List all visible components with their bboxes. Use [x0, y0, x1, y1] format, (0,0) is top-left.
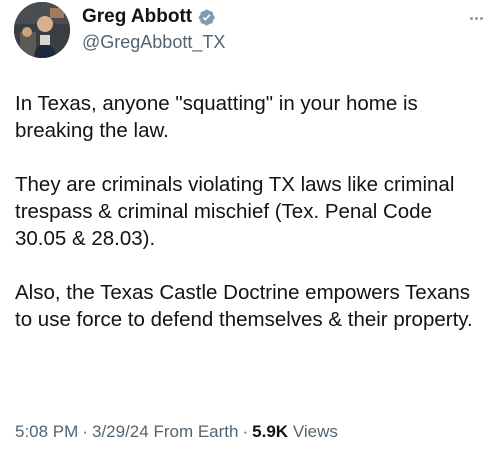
avatar[interactable]	[14, 2, 70, 58]
tweet-paragraph: Also, the Texas Castle Doctrine empowers…	[15, 281, 473, 331]
tweet-paragraph: They are criminals violating TX laws lik…	[15, 173, 455, 250]
meta-separator: ·	[82, 422, 88, 441]
more-options-button[interactable]	[462, 8, 490, 28]
tweet: Greg Abbott @GregAbbott_TX In Texas, any…	[0, 0, 500, 452]
tweet-text: In Texas, anyone "squatting" in your hom…	[15, 90, 487, 333]
views-count[interactable]: 5.9K	[252, 422, 288, 441]
verified-badge-icon	[197, 8, 216, 27]
author-handle[interactable]: @GregAbbott_TX	[82, 31, 225, 53]
meta-separator: ·	[242, 422, 249, 441]
tweet-time[interactable]: 5:08 PM	[15, 422, 78, 441]
tweet-date[interactable]: 3/29/24	[92, 422, 149, 441]
more-options-icon	[469, 16, 483, 20]
author-name-row: Greg Abbott	[82, 6, 216, 28]
views-label: Views	[292, 422, 338, 441]
tweet-meta: 5:08 PM · 3/29/24 From Earth · 5.9K Views	[15, 421, 338, 443]
profile-photo	[14, 2, 70, 58]
author-display-name[interactable]: Greg Abbott	[82, 6, 192, 28]
tweet-source: From Earth	[153, 422, 239, 441]
tweet-paragraph: In Texas, anyone "squatting" in your hom…	[15, 92, 418, 142]
